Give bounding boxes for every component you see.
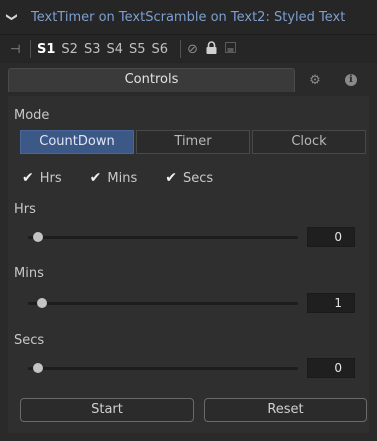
hrs-checkbox-label: Hrs [39,170,62,186]
hrs-slider[interactable] [28,230,298,244]
mins-checkbox[interactable]: ✔ Mins [90,170,138,186]
mode-countdown-button[interactable]: CountDown [20,130,134,154]
pin-icon[interactable]: ⊣ [10,42,24,56]
slot-s1[interactable]: S1 [37,42,55,57]
secs-slider-label: Secs [14,333,45,348]
secs-checkbox-label: Secs [182,170,214,186]
mins-slider-label: Mins [14,266,44,281]
slider-handle[interactable] [33,232,43,242]
slider-track [28,236,298,239]
version-toolbar: ⊣ S1 S2 S3 S4 S5 S6 ⊘ [0,34,377,63]
gear-icon[interactable]: ⚙ [309,73,321,88]
slider-track [28,367,298,370]
tab-icon-group: ⚙ ℹ [297,68,369,92]
hrs-value-field[interactable]: 0 [307,227,355,247]
collapse-caret-icon[interactable]: ❯ [6,12,19,22]
slot-s5[interactable]: S5 [129,42,146,57]
unit-toggles: ✔ Hrs ✔ Mins ✔ Secs [22,170,241,186]
slot-s3[interactable]: S3 [84,42,101,57]
reset-button[interactable]: Reset [204,398,367,422]
hrs-checkbox[interactable]: ✔ Hrs [22,170,62,186]
lock-icon-shape [206,40,217,54]
tool-title: TextTimer on TextScramble on Text2: Styl… [31,9,346,25]
title-bar: ❯ TextTimer on TextScramble on Text2: St… [0,0,377,34]
lock-icon[interactable] [206,40,217,58]
secs-checkbox[interactable]: ✔ Secs [165,170,213,186]
mode-clock-button[interactable]: Clock [252,130,366,154]
checkmark-icon: ✔ [22,170,34,186]
slot-s6[interactable]: S6 [152,42,169,57]
toolbar-divider [180,40,182,58]
save-icon-shape [224,41,236,53]
mode-selector: CountDown Timer Clock [20,130,366,154]
mode-timer-button[interactable]: Timer [136,130,250,154]
secs-slider[interactable] [28,361,298,375]
start-button[interactable]: Start [20,398,194,422]
mins-slider[interactable] [28,296,298,310]
checkmark-icon: ✔ [89,170,102,186]
slider-handle[interactable] [37,298,48,308]
checkmark-icon: ✔ [165,170,177,186]
slider-track [28,302,298,305]
mins-checkbox-label: Mins [107,170,138,186]
toolbar-divider [30,40,31,58]
tab-row: Controls ⚙ ℹ [0,64,377,94]
slot-s2[interactable]: S2 [61,42,78,57]
mins-value-field[interactable]: 1 [307,293,355,313]
secs-value-field[interactable]: 0 [307,358,355,378]
slider-handle[interactable] [33,363,43,373]
mode-label: Mode [14,108,50,123]
hrs-slider-label: Hrs [14,202,36,217]
slot-s4[interactable]: S4 [106,42,123,57]
tab-controls[interactable]: Controls [8,68,295,92]
save-icon[interactable] [224,41,236,57]
no-entry-icon[interactable]: ⊘ [187,42,198,57]
info-icon[interactable]: ℹ [344,74,357,86]
